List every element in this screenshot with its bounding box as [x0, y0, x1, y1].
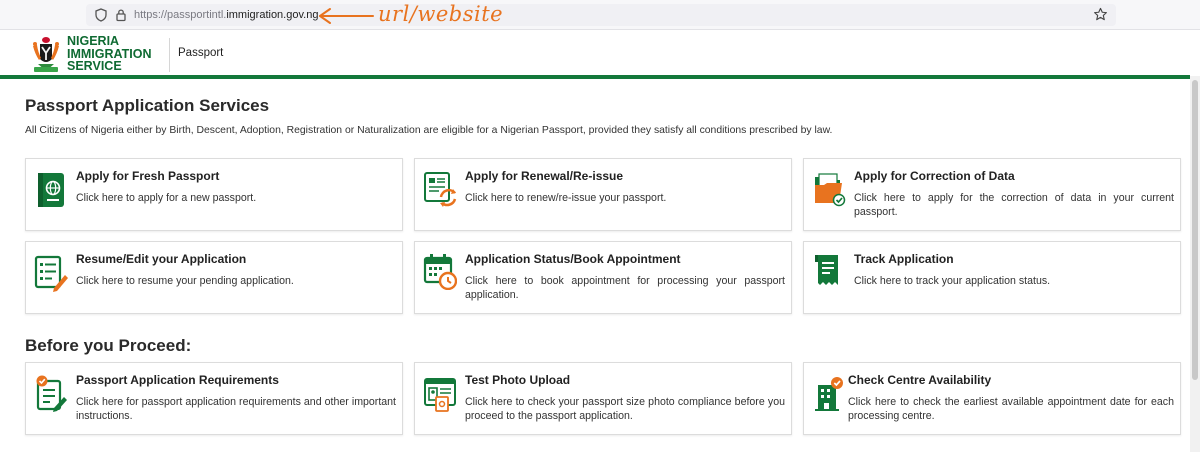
- card-description: Click here to book appointment for proce…: [465, 275, 785, 301]
- scrollbar-thumb[interactable]: [1192, 80, 1198, 380]
- page-title: Passport Application Services: [25, 96, 270, 115]
- nav-passport[interactable]: Passport: [178, 47, 223, 59]
- url-prefix: https://passportintl.: [134, 9, 227, 21]
- logo-line-1: NIGERIA: [67, 34, 120, 48]
- renewal-document-icon: [424, 172, 457, 207]
- card-renewal[interactable]: Apply for Renewal/Re-issue Click here to…: [414, 158, 792, 231]
- agency-logo-text[interactable]: NIGERIA IMMIGRATION SERVICE: [67, 35, 151, 73]
- card-title: Resume/Edit your Application: [76, 252, 247, 266]
- calendar-clock-icon: [423, 254, 457, 290]
- card-description: Click here for passport application requ…: [76, 396, 396, 422]
- coat-of-arms-icon[interactable]: [30, 34, 62, 74]
- lock-icon[interactable]: [114, 8, 128, 22]
- card-centre-availability[interactable]: Check Centre Availability Click here to …: [803, 362, 1181, 435]
- card-title: Test Photo Upload: [465, 373, 571, 387]
- card-description: Click here to apply for the correction o…: [854, 192, 1174, 218]
- card-description: Click here to apply for a new passport.: [76, 192, 257, 204]
- card-title: Check Centre Availability: [848, 373, 992, 387]
- edit-form-icon: [34, 255, 68, 292]
- folder-check-icon: [815, 173, 846, 207]
- header-accent-bar: [0, 75, 1190, 79]
- scrollbar[interactable]: [1190, 76, 1200, 452]
- card-description: Click here to check the earliest availab…: [848, 396, 1174, 422]
- card-resume-edit[interactable]: Resume/Edit your Application Click here …: [25, 241, 403, 314]
- receipt-icon: [815, 255, 838, 285]
- passport-icon: [38, 173, 64, 207]
- card-track-application[interactable]: Track Application Click here to track yo…: [803, 241, 1181, 314]
- checklist-icon: [36, 375, 67, 412]
- address-bar[interactable]: https://passportintl.immigration.gov.ng: [86, 4, 1116, 26]
- browser-toolbar: https://passportintl.immigration.gov.ng: [0, 0, 1200, 30]
- header-divider: [169, 38, 170, 72]
- url-text[interactable]: https://passportintl.immigration.gov.ng: [134, 8, 318, 22]
- card-description: Click here to track your application sta…: [854, 275, 1051, 287]
- card-title: Application Status/Book Appointment: [465, 252, 681, 266]
- card-description: Click here to resume your pending applic…: [76, 275, 294, 287]
- url-domain: immigration.gov.ng: [226, 9, 319, 21]
- eligibility-description: All Citizens of Nigeria either by Birth,…: [25, 125, 833, 136]
- bookmark-star-icon[interactable]: [1093, 7, 1108, 22]
- card-test-photo-upload[interactable]: Test Photo Upload Click here to check yo…: [414, 362, 792, 435]
- building-check-icon: [815, 377, 843, 411]
- annotation-label: url/website: [378, 2, 504, 26]
- logo-line-3: SERVICE: [67, 59, 122, 73]
- card-fresh-passport[interactable]: Apply for Fresh Passport Click here to a…: [25, 158, 403, 231]
- before-proceed-title: Before you Proceed:: [25, 336, 192, 355]
- card-title: Apply for Fresh Passport: [76, 169, 220, 183]
- site-header: NIGERIA IMMIGRATION SERVICE Passport: [0, 30, 1200, 76]
- card-description: Click here to check your passport size p…: [465, 396, 785, 422]
- card-title: Track Application: [854, 252, 954, 266]
- card-description: Click here to renew/re-issue your passpo…: [465, 192, 667, 204]
- card-correction[interactable]: Apply for Correction of Data Click here …: [803, 158, 1181, 231]
- card-title: Apply for Renewal/Re-issue: [465, 169, 624, 183]
- card-title: Passport Application Requirements: [76, 373, 279, 387]
- shield-icon[interactable]: [94, 8, 108, 22]
- card-requirements[interactable]: Passport Application Requirements Click …: [25, 362, 403, 435]
- photo-upload-icon: [424, 378, 456, 412]
- card-status-appointment[interactable]: Application Status/Book Appointment Clic…: [414, 241, 792, 314]
- card-title: Apply for Correction of Data: [854, 169, 1015, 183]
